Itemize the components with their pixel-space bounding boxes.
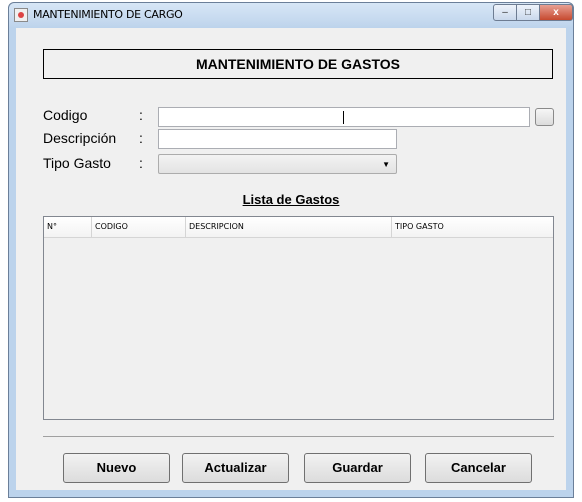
close-button[interactable]: x [539, 4, 573, 21]
codigo-colon: : [139, 107, 143, 123]
page-title: MANTENIMIENTO DE GASTOS [43, 49, 553, 79]
codigo-input[interactable] [158, 107, 530, 127]
column-header-descripcion[interactable]: DESCRIPCION [186, 217, 392, 237]
codigo-label: Codigo [43, 107, 88, 123]
java-app-icon [14, 8, 28, 22]
chevron-down-icon: ▼ [382, 160, 390, 169]
descripcion-colon: : [139, 130, 143, 146]
cancelar-button[interactable]: Cancelar [425, 453, 532, 483]
tipo-gasto-label: Tipo Gasto [43, 155, 111, 171]
descripcion-input[interactable] [158, 129, 397, 149]
form-panel: MANTENIMIENTO DE GASTOS Codigo : Descrip… [16, 28, 566, 490]
minimize-button[interactable]: – [493, 4, 517, 21]
maximize-button[interactable]: □ [516, 4, 540, 21]
nuevo-button[interactable]: Nuevo [63, 453, 170, 483]
title-bar[interactable]: MANTENIMIENTO DE CARGO – □ x [9, 3, 573, 27]
guardar-button[interactable]: Guardar [304, 453, 411, 483]
column-header-codigo[interactable]: CODIGO [92, 217, 186, 237]
gastos-table[interactable]: N° CODIGO DESCRIPCION TIPO GASTO [43, 216, 554, 420]
window-title: MANTENIMIENTO DE CARGO [33, 8, 183, 21]
text-cursor [343, 111, 344, 124]
table-header: N° CODIGO DESCRIPCION TIPO GASTO [44, 217, 553, 238]
app-window: MANTENIMIENTO DE CARGO – □ x MANTENIMIEN… [8, 2, 574, 498]
actualizar-button[interactable]: Actualizar [182, 453, 289, 483]
column-header-numero[interactable]: N° [44, 217, 92, 237]
divider [43, 436, 554, 437]
list-title: Lista de Gastos [242, 192, 340, 207]
descripcion-label: Descripción [43, 130, 117, 146]
column-header-tipo-gasto[interactable]: TIPO GASTO [392, 217, 553, 237]
codigo-lookup-button[interactable] [535, 108, 554, 126]
tipo-gasto-select[interactable]: ▼ [158, 154, 397, 174]
tipo-gasto-colon: : [139, 155, 143, 171]
